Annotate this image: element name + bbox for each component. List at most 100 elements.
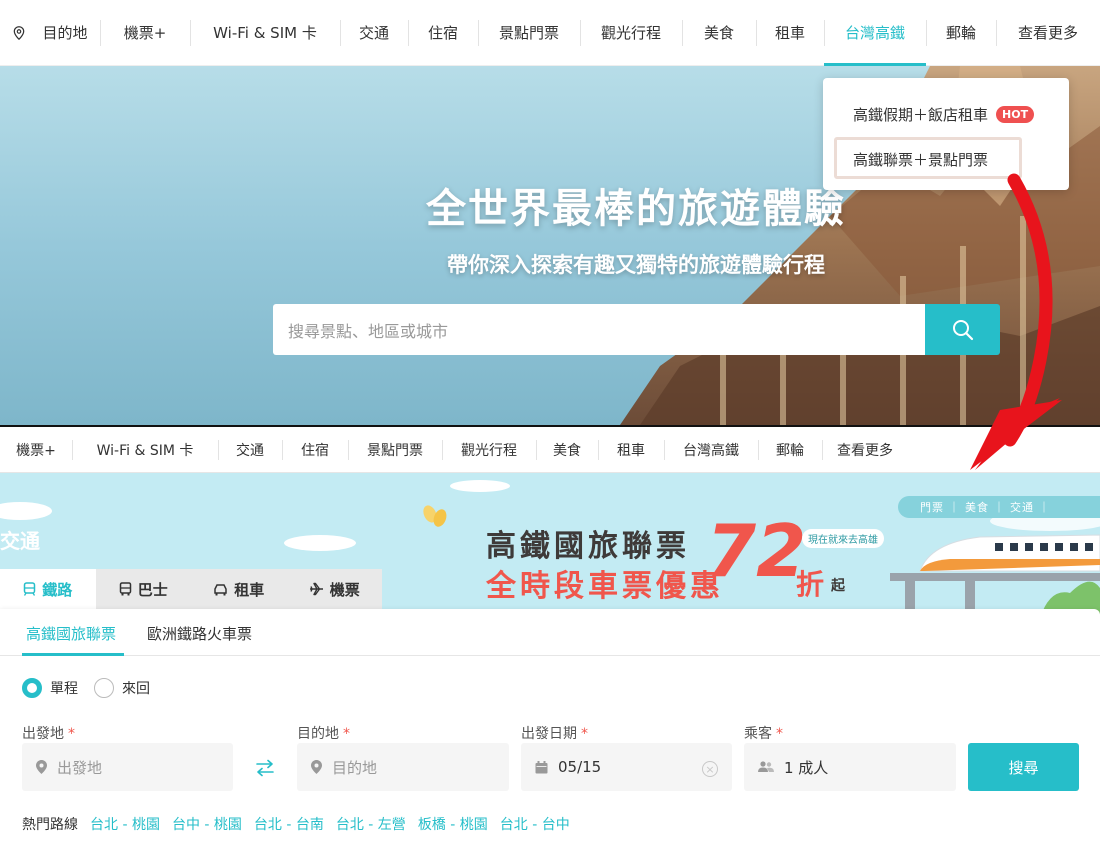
nav-item-food[interactable]: 美食	[536, 427, 598, 473]
origin-label: 出發地 *	[22, 723, 75, 743]
nav-item-cruise[interactable]: 郵輪	[758, 427, 822, 473]
route-link[interactable]: 台北 - 桃園	[90, 814, 160, 834]
tab-bus[interactable]: 巴士	[96, 569, 192, 609]
date-field[interactable]: 05/15	[521, 743, 732, 791]
radio-one-way[interactable]: 單程	[22, 678, 78, 698]
nav-item-taiwan-hsr[interactable]: 台灣高鐵	[824, 0, 926, 66]
nav-item-label: 交通	[358, 24, 389, 42]
nav-item-label: 查看更多	[1017, 24, 1078, 42]
nav-item-label: 住宿	[301, 442, 329, 459]
nav-item-label: 景點門票	[367, 442, 423, 459]
nav-item-food[interactable]: 美食	[682, 0, 756, 66]
route-link[interactable]: 台北 - 台中	[500, 814, 570, 834]
nav-item-label: 台灣高鐵	[683, 442, 739, 459]
nav-item-more[interactable]: 查看更多	[822, 427, 908, 473]
nav-item-label: 租車	[617, 442, 645, 459]
tab-rail[interactable]: 鐵路	[0, 569, 96, 609]
nav-item-attractions[interactable]: 景點門票	[478, 0, 580, 66]
search-card: 高鐵國旅聯票 歐洲鐵路火車票 單程 來回 出發地 * 目的地 * 出發日期 * 乘客 *…	[0, 609, 1100, 850]
passenger-field[interactable]: 1 成人	[744, 743, 956, 791]
nav-item-wifi-sim[interactable]: Wi-Fi & SIM 卡	[190, 0, 340, 66]
label-text: 目的地	[297, 726, 339, 742]
route-link[interactable]: 台北 - 台南	[254, 814, 324, 834]
hot-badge: HOT	[996, 106, 1035, 123]
nav-item-flights[interactable]: 機票+	[0, 427, 72, 473]
train-icon	[23, 582, 36, 596]
nav-item-wifi-sim[interactable]: Wi-Fi & SIM 卡	[72, 427, 218, 473]
nav-item-more[interactable]: 查看更多	[996, 0, 1100, 66]
required-mark: *	[68, 726, 75, 742]
nav-item-transport[interactable]: 交通	[340, 0, 408, 66]
transport-page-nav: 機票+ Wi-Fi & SIM 卡 交通 住宿 景點門票 觀光行程 美食 租車 …	[0, 427, 1100, 473]
tab-flight[interactable]: 機票	[287, 569, 383, 609]
subtab-hsr-pass[interactable]: 高鐵國旅聯票	[26, 623, 116, 644]
tab-car[interactable]: 租車	[191, 569, 287, 609]
required-mark: *	[776, 726, 783, 742]
nav-item-label: 景點門票	[498, 24, 559, 42]
search-button[interactable]: 搜尋	[968, 743, 1079, 791]
people-icon	[758, 761, 774, 772]
destination-placeholder: 目的地	[332, 758, 378, 777]
origin-field[interactable]: 出發地	[22, 743, 233, 791]
swap-icon[interactable]	[255, 759, 275, 777]
tab-label: 巴士	[137, 580, 168, 599]
banner-discount-number: 72	[706, 509, 807, 593]
nav-item-transport[interactable]: 交通	[218, 427, 282, 473]
nav-item-label: 台灣高鐵	[844, 24, 905, 42]
route-link[interactable]: 台中 - 桃園	[172, 814, 242, 834]
top-screenshot: 目的地 機票+ Wi-Fi & SIM 卡 交通 住宿 景點門票 觀光行程 美食…	[0, 0, 1100, 425]
label-text: 出發日期	[521, 726, 577, 742]
nav-item-destination[interactable]: 目的地	[0, 0, 100, 66]
search-icon	[952, 319, 973, 340]
nav-item-hotels[interactable]: 住宿	[408, 0, 478, 66]
subtab-europe-rail[interactable]: 歐洲鐵路火車票	[147, 623, 252, 644]
main-nav: 目的地 機票+ Wi-Fi & SIM 卡 交通 住宿 景點門票 觀光行程 美食…	[0, 0, 1100, 66]
promo-banner[interactable]: 交通 門票 ｜ 美食 ｜ 交通 ｜ 高鐵國旅聯票 全時段車票優惠 72 現在就來…	[0, 473, 1100, 618]
origin-placeholder: 出發地	[57, 758, 103, 777]
nav-item-label: 目的地	[42, 24, 88, 42]
section-label: 交通	[0, 529, 40, 553]
nav-item-car-rental[interactable]: 租車	[598, 427, 664, 473]
nav-item-label: Wi-Fi & SIM 卡	[96, 442, 194, 459]
nav-item-label: 郵輪	[945, 24, 976, 42]
nav-item-taiwan-hsr[interactable]: 台灣高鐵	[664, 427, 758, 473]
passenger-value: 1 成人	[784, 758, 829, 777]
tab-label: 租車	[234, 580, 265, 599]
location-pin-icon	[311, 760, 322, 774]
route-link[interactable]: 台北 - 左營	[336, 814, 406, 834]
nav-item-cruise[interactable]: 郵輪	[926, 0, 996, 66]
radio-label: 來回	[122, 681, 150, 697]
nav-item-label: 機票+	[123, 24, 167, 42]
tab-label: 機票	[329, 580, 360, 599]
radio-round-trip[interactable]: 來回	[94, 678, 150, 698]
route-link[interactable]: 板橋 - 桃園	[418, 814, 488, 834]
sub-tabs: 高鐵國旅聯票 歐洲鐵路火車票	[0, 609, 1100, 656]
nav-item-flights[interactable]: 機票+	[100, 0, 190, 66]
car-icon	[214, 583, 227, 595]
passenger-label: 乘客 *	[744, 723, 783, 743]
destination-field[interactable]: 目的地	[297, 743, 509, 791]
popular-routes-label: 熱門路線	[22, 817, 78, 833]
nav-item-label: 查看更多	[837, 442, 893, 459]
nav-item-tours[interactable]: 觀光行程	[580, 0, 682, 66]
hero-search-input[interactable]: 搜尋景點、地區或城市	[273, 304, 925, 355]
highlight-box	[834, 137, 1022, 179]
search-placeholder: 搜尋景點、地區或城市	[288, 321, 449, 341]
nav-item-label: 郵輪	[776, 442, 804, 459]
location-pin-icon	[36, 760, 47, 774]
dropdown-item-hsr-holiday[interactable]: 高鐵假期＋飯店租車 HOT	[853, 104, 1035, 125]
nav-item-attractions[interactable]: 景點門票	[348, 427, 442, 473]
nav-item-label: 交通	[236, 442, 264, 459]
banner-subheadline: 全時段車票優惠	[486, 569, 724, 604]
nav-item-label: 住宿	[427, 24, 458, 42]
nav-item-label: 租車	[774, 24, 805, 42]
nav-item-car-rental[interactable]: 租車	[756, 0, 824, 66]
butterfly-icon	[423, 505, 447, 527]
hero-search-button[interactable]	[925, 304, 1000, 355]
date-label: 出發日期 *	[521, 723, 588, 743]
nav-item-hotels[interactable]: 住宿	[282, 427, 348, 473]
hero-subtitle: 帶你深入探索有趣又獨特的旅遊體驗行程	[447, 253, 825, 277]
nav-item-label: 觀光行程	[461, 442, 517, 459]
nav-item-tours[interactable]: 觀光行程	[442, 427, 536, 473]
clear-date-icon[interactable]: ×	[702, 761, 718, 777]
